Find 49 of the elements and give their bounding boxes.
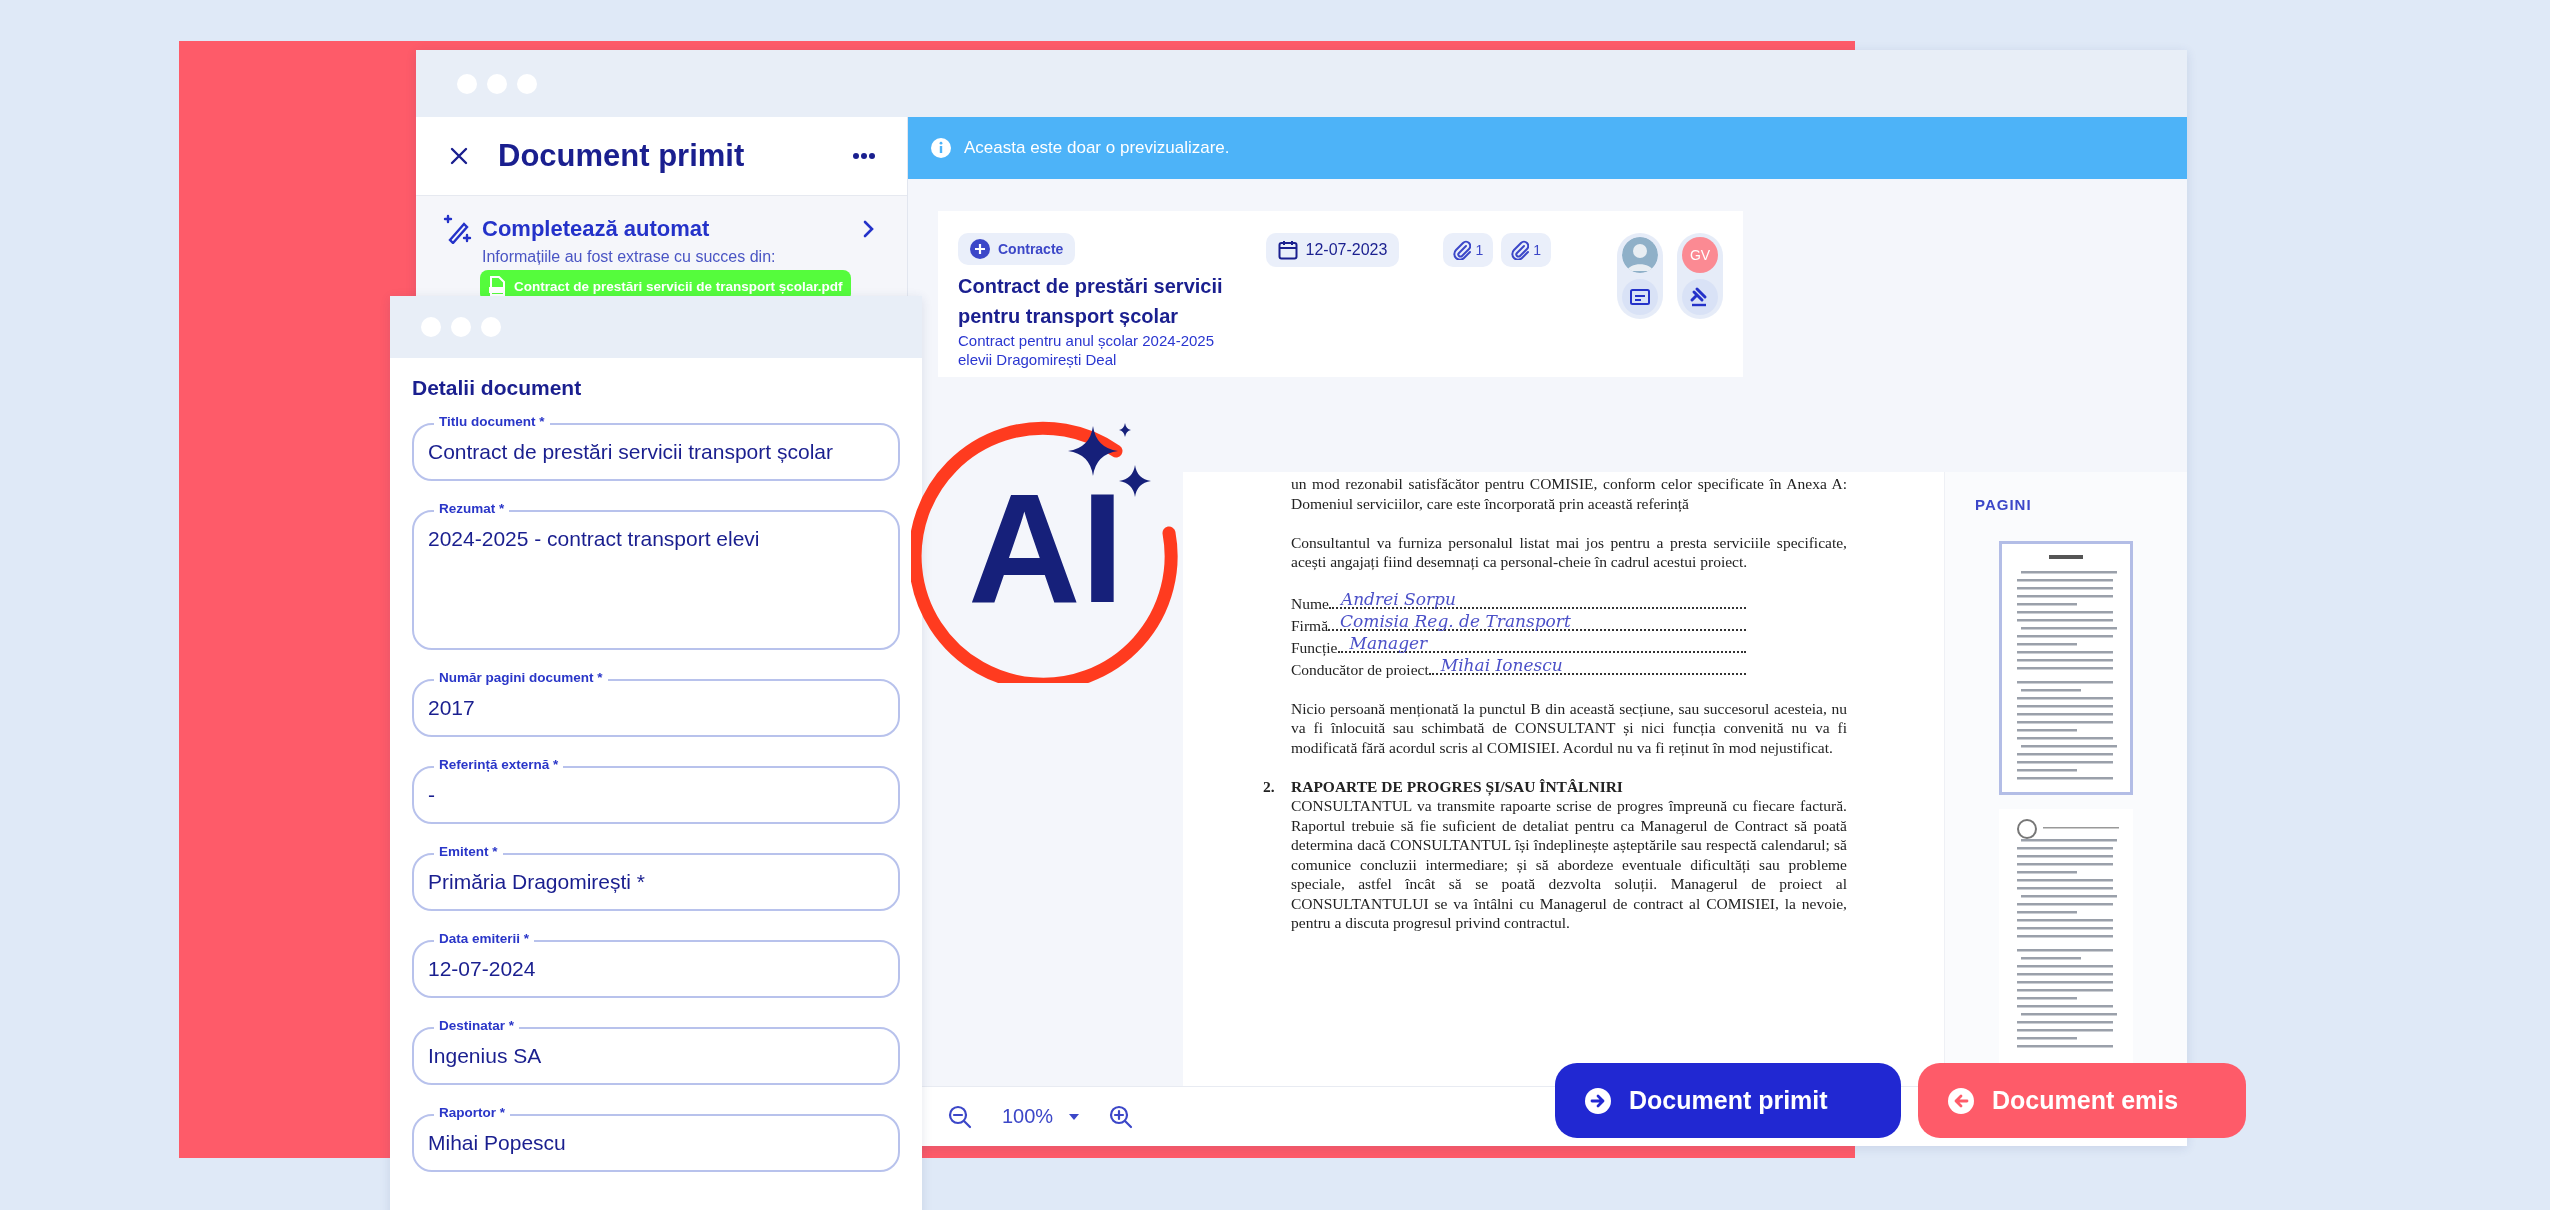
plus-circle-icon bbox=[970, 239, 990, 259]
pages-heading: PAGINI bbox=[1975, 496, 2032, 513]
form-line-label: Nume bbox=[1291, 593, 1329, 613]
paperclip-icon bbox=[1453, 240, 1472, 260]
zoom-in-icon bbox=[1109, 1104, 1134, 1129]
autofill-title: Completează automat bbox=[482, 216, 711, 242]
handwritten-entry: Comisia Reg. de Transport bbox=[1340, 611, 1571, 631]
zoom-level-dropdown[interactable]: 100% bbox=[1002, 1105, 1080, 1128]
attachment-count[interactable]: 1 bbox=[1443, 233, 1494, 267]
document-description: Contract pentru anul școlar 2024-2025 elevii Dragomirești Deal bbox=[958, 331, 1215, 369]
paperclip-icon bbox=[1511, 240, 1530, 260]
section-title: Detalii document bbox=[412, 376, 583, 400]
zoom-out-icon bbox=[948, 1104, 972, 1129]
more-icon bbox=[853, 153, 875, 159]
arrow-right-icon bbox=[1585, 1087, 1611, 1114]
form-line-label: Firmă bbox=[1291, 615, 1329, 635]
close-icon bbox=[450, 147, 468, 165]
document-card[interactable]: Contracte Contract de prestări servicii pentru transport școlar Contract pentru anul școlar 2024-2025 elevii Dragomirești Deal 12-07-2023 1 1 GV bbox=[938, 211, 1743, 377]
form-line-label: Conducător de proiect bbox=[1291, 659, 1429, 679]
autofill-status: Informațiile au fost extrase cu succes din: bbox=[482, 248, 777, 266]
form-line-label: Funcție bbox=[1291, 637, 1338, 657]
info-icon bbox=[930, 137, 952, 159]
user-initials: GV bbox=[1682, 237, 1718, 273]
document-paragraph: CONSULTANTUL va transmite rapoarte scrise de progres împreună cu fiecare factură. Raportul trebuie să fie suficient de detaliat pentru ca Managerul de Contract să poată determina dacă CONSULTANTUL își îndeplinește așteptările sau respectă calendarul; să comunice concluzii intermediare; și să abordeze eventuale dificultăți sau probleme speciale, astfel încât să se poată dezvolta soluții. Managerul de proiect al CONSULTANTULUI se va întâlni cu Managerul de contract al COMISIEI, la nevoie, pentru a discuta progresul privind contractul. bbox=[1291, 796, 1847, 933]
user-avatar bbox=[1622, 237, 1658, 273]
arrow-left-icon bbox=[1948, 1087, 1974, 1114]
banner-text: Aceasta este doar o previzualizare. bbox=[964, 138, 1230, 158]
document-paragraph: un mod rezonabil satisfăcător pentru COMISIE, conform celor specificate în Anexa A: Domeniul serviciilor, care este încorporată prin această referință bbox=[1291, 474, 1847, 513]
document-paragraph: Consultantul va furniza personalul listat mai jos pentru a presta serviciile specificate, acești angajați fiind desemnați ca personal-cheie în cadrul acestui proiect. bbox=[1291, 532, 1847, 572]
category-tag[interactable]: Contracte bbox=[958, 233, 1076, 265]
date-tag: 12-07-2023 bbox=[1265, 233, 1400, 267]
document-paragraph: Nicio persoană menționată la punctul B din această secțiune, sau succesorul acesteia, nu va fi înlocuită sau schimbată de CONSULTANT și nici funcția convenită nu va fi modificată fără acordul scris al COMISIEI. Acordul nu va fi reținut în mod nejustificat. bbox=[1291, 698, 1847, 757]
document-title: Contract de prestări servicii pentru transport școlar bbox=[958, 274, 1224, 329]
logo-text: AI bbox=[968, 470, 1124, 626]
chevron-right-icon bbox=[863, 220, 875, 238]
attachment-count[interactable]: 1 bbox=[1501, 233, 1551, 267]
pdf-file-icon bbox=[488, 276, 506, 296]
panel-title: Document primit bbox=[498, 138, 746, 174]
id-card-icon bbox=[1629, 286, 1651, 308]
handwritten-entry: Andrei Sorpu bbox=[1340, 589, 1456, 609]
page-thumbnail[interactable] bbox=[1999, 541, 2133, 795]
action-button[interactable]: Document primit bbox=[1555, 1063, 1901, 1138]
calendar-icon bbox=[1277, 240, 1298, 260]
handwritten-entry: Mihai Ionescu bbox=[1440, 655, 1563, 675]
handwritten-entry: Manager bbox=[1349, 633, 1428, 653]
section-heading: RAPOARTE DE PROGRES ȘI/SAU ÎNTÂLNIRI bbox=[1291, 776, 1623, 796]
section-number: 2. bbox=[1263, 776, 1276, 796]
caret-icon bbox=[1069, 1113, 1080, 1120]
magic-wand-icon bbox=[442, 214, 472, 244]
